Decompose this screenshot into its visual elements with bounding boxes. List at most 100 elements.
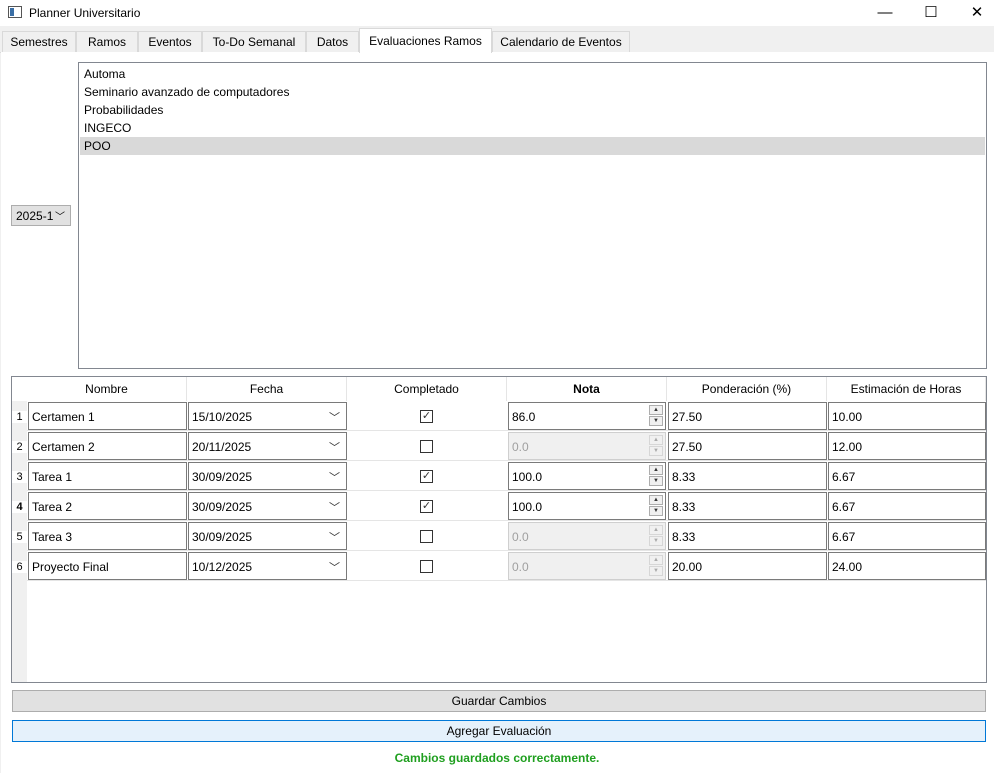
course-item-selected[interactable]: POO (80, 137, 985, 155)
horas-cell[interactable]: 12.00 (828, 432, 986, 460)
maximize-button[interactable]: ☐ (908, 0, 954, 26)
tab-calendario-de-eventos[interactable]: Calendario de Eventos (492, 31, 630, 52)
close-button[interactable]: ✕ (954, 0, 994, 26)
course-item[interactable]: Probabilidades (80, 101, 985, 119)
completado-checkbox[interactable]: ✓ (420, 470, 433, 483)
semester-select[interactable]: 2025-1 ﹀ (11, 205, 71, 226)
header-horas[interactable]: Estimación de Horas (827, 377, 986, 401)
horas-text: 6.67 (832, 470, 856, 484)
tab-todo-semanal[interactable]: To-Do Semanal (202, 31, 306, 52)
nombre-text: Tarea 2 (32, 500, 73, 514)
header-ponderacion[interactable]: Ponderación (%) (667, 377, 827, 401)
nombre-text: Tarea 3 (32, 530, 73, 544)
spin-up-icon[interactable]: ▲ (649, 495, 663, 505)
fecha-picker[interactable]: 30/09/2025 ﹀ (188, 492, 347, 520)
evaluations-table: Nombre Fecha Completado Nota Ponderación… (11, 376, 987, 683)
header-completado[interactable]: Completado (347, 377, 507, 401)
ponderacion-text: 8.33 (672, 530, 696, 544)
row-number: 1 (12, 411, 27, 423)
course-item[interactable]: Automa (80, 65, 985, 83)
tab-ramos[interactable]: Ramos (76, 31, 138, 52)
ponderacion-cell[interactable]: 20.00 (668, 552, 827, 580)
fecha-picker[interactable]: 10/12/2025 ﹀ (188, 552, 347, 580)
completado-checkbox[interactable] (420, 440, 433, 453)
spin-up-icon[interactable]: ▲ (649, 465, 663, 475)
add-evaluation-button[interactable]: Agregar Evaluación (12, 720, 986, 742)
ponderacion-cell[interactable]: 8.33 (668, 492, 827, 520)
horas-cell[interactable]: 6.67 (828, 522, 986, 550)
completado-checkbox[interactable]: ✓ (420, 500, 433, 513)
spin-down-icon[interactable]: ▼ (649, 476, 663, 486)
horas-text: 10.00 (832, 410, 863, 424)
fecha-picker[interactable]: 15/10/2025 ﹀ (188, 402, 347, 430)
nota-spinbox[interactable]: 100.0 ▲ ▼ (508, 462, 666, 490)
fecha-picker[interactable]: 20/11/2025 ﹀ (188, 432, 347, 460)
row-number: 2 (12, 441, 27, 453)
ponderacion-cell[interactable]: 8.33 (668, 522, 827, 550)
horas-cell[interactable]: 6.67 (828, 492, 986, 520)
status-message: Cambios guardados correctamente. (394, 751, 600, 765)
ponderacion-text: 8.33 (672, 470, 696, 484)
nombre-cell[interactable]: Certamen 2 (28, 432, 187, 460)
header-fecha[interactable]: Fecha (187, 377, 347, 401)
header-nota[interactable]: Nota (507, 377, 667, 401)
nota-spinbox: 0.0 ▲ ▼ (508, 432, 666, 460)
fecha-picker[interactable]: 30/09/2025 ﹀ (188, 522, 347, 550)
spin-up-icon[interactable]: ▲ (649, 405, 663, 415)
save-changes-button[interactable]: Guardar Cambios (12, 690, 986, 712)
completado-checkbox[interactable] (420, 560, 433, 573)
completado-checkbox[interactable] (420, 530, 433, 543)
header-nombre[interactable]: Nombre (27, 377, 187, 401)
tab-semestres[interactable]: Semestres (2, 31, 76, 52)
nota-text: 0.0 (512, 530, 529, 544)
course-list[interactable]: Automa Seminario avanzado de computadore… (78, 62, 987, 369)
spin-up-icon: ▲ (649, 435, 663, 445)
row-number: 5 (12, 531, 27, 543)
nota-spinbox: 0.0 ▲ ▼ (508, 522, 666, 550)
ponderacion-cell[interactable]: 27.50 (668, 432, 827, 460)
horas-text: 12.00 (832, 440, 863, 454)
nombre-cell[interactable]: Proyecto Final (28, 552, 187, 580)
tab-evaluaciones-ramos[interactable]: Evaluaciones Ramos (359, 28, 492, 53)
nota-spinbox[interactable]: 100.0 ▲ ▼ (508, 492, 666, 520)
ponderacion-cell[interactable]: 8.33 (668, 462, 827, 490)
nombre-cell[interactable]: Tarea 2 (28, 492, 187, 520)
chevron-down-icon: ﹀ (55, 212, 65, 223)
spin-down-icon[interactable]: ▼ (649, 506, 663, 516)
fecha-text: 15/10/2025 (192, 410, 253, 424)
nombre-cell[interactable]: Certamen 1 (28, 402, 187, 430)
course-item[interactable]: Seminario avanzado de computadores (80, 83, 985, 101)
fecha-text: 30/09/2025 (192, 470, 253, 484)
fecha-text: 30/09/2025 (192, 500, 253, 514)
nombre-text: Tarea 1 (32, 470, 73, 484)
fecha-text: 30/09/2025 (192, 530, 253, 544)
horas-cell[interactable]: 24.00 (828, 552, 986, 580)
minimize-button[interactable]: — (862, 0, 908, 26)
fecha-text: 10/12/2025 (192, 560, 253, 574)
chevron-down-icon: ﹀ (329, 562, 340, 574)
nota-text: 100.0 (512, 470, 543, 484)
completado-checkbox[interactable]: ✓ (420, 410, 433, 423)
nombre-cell[interactable]: Tarea 3 (28, 522, 187, 550)
nota-spinbox[interactable]: 86.0 ▲ ▼ (508, 402, 666, 430)
chevron-down-icon: ﹀ (329, 472, 340, 484)
fecha-picker[interactable]: 30/09/2025 ﹀ (188, 462, 347, 490)
nombre-cell[interactable]: Tarea 1 (28, 462, 187, 490)
spin-down-icon: ▼ (649, 446, 663, 456)
horas-cell[interactable]: 6.67 (828, 462, 986, 490)
row-divider (27, 580, 986, 581)
nota-text: 100.0 (512, 500, 543, 514)
tab-eventos[interactable]: Eventos (138, 31, 202, 52)
ponderacion-cell[interactable]: 27.50 (668, 402, 827, 430)
app-icon (8, 6, 22, 18)
ponderacion-text: 27.50 (672, 440, 703, 454)
fecha-text: 20/11/2025 (192, 440, 252, 454)
spin-down-icon[interactable]: ▼ (649, 416, 663, 426)
course-item[interactable]: INGECO (80, 119, 985, 137)
chevron-down-icon: ﹀ (329, 502, 340, 514)
horas-cell[interactable]: 10.00 (828, 402, 986, 430)
row-divider (27, 520, 986, 521)
nombre-text: Certamen 2 (32, 440, 95, 454)
tab-datos[interactable]: Datos (306, 31, 359, 52)
window-title: Planner Universitario (29, 6, 141, 20)
